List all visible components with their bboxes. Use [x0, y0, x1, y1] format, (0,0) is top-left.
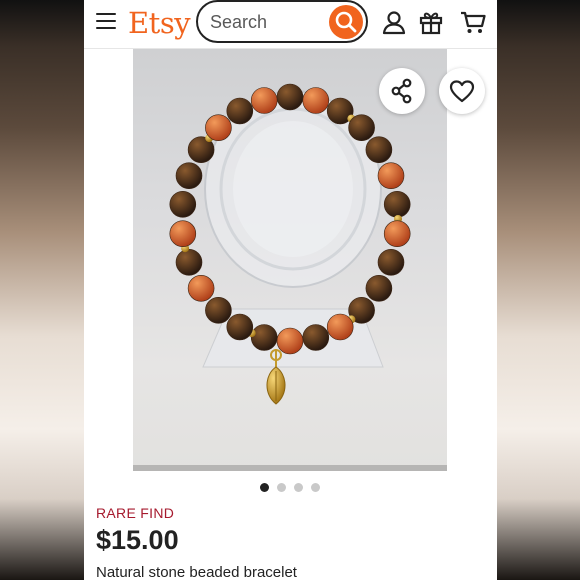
gift-icon[interactable]	[418, 9, 444, 35]
bead	[276, 83, 304, 111]
bead	[226, 97, 254, 125]
cart-icon[interactable]	[459, 9, 487, 35]
bead	[187, 275, 215, 302]
bead	[365, 136, 393, 163]
carousel-dot[interactable]	[277, 483, 286, 492]
favorite-button[interactable]	[439, 68, 485, 114]
bead	[250, 87, 278, 114]
listing-page: Etsy Search RARE FIND $15.00 Natural sto…	[84, 0, 497, 580]
bead	[377, 162, 405, 189]
account-icon[interactable]	[381, 9, 407, 35]
image-bottom-edge	[133, 465, 447, 471]
image-carousel-dots	[84, 481, 497, 493]
carousel-dot[interactable]	[260, 483, 269, 492]
bead	[226, 313, 254, 341]
bead	[377, 249, 405, 276]
search-button[interactable]	[329, 5, 363, 39]
bead	[326, 313, 354, 341]
rare-find-badge: RARE FIND	[96, 505, 175, 521]
bead	[169, 220, 197, 247]
search-icon	[335, 11, 357, 33]
listing-title[interactable]: Natural stone beaded bracelet	[96, 564, 297, 580]
bead	[365, 275, 393, 302]
bead	[169, 191, 197, 218]
share-button[interactable]	[379, 68, 425, 114]
carousel-dot[interactable]	[311, 483, 320, 492]
background-right	[496, 0, 580, 580]
price: $15.00	[96, 525, 179, 555]
bead	[250, 324, 278, 351]
share-icon	[391, 78, 412, 104]
bead	[205, 296, 232, 324]
bead	[175, 162, 203, 189]
carousel-dot[interactable]	[294, 483, 303, 492]
bead	[302, 324, 330, 351]
bead	[348, 114, 375, 141]
background-left	[0, 0, 84, 580]
bead	[205, 114, 232, 141]
bead	[383, 220, 411, 247]
menu-icon[interactable]	[96, 13, 116, 30]
bead	[383, 191, 411, 218]
heart-icon	[449, 80, 475, 103]
search-bar	[196, 0, 368, 43]
etsy-logo[interactable]: Etsy	[128, 3, 191, 43]
bead	[302, 87, 330, 114]
bead	[175, 249, 203, 276]
search-input[interactable]	[210, 11, 320, 33]
top-nav: Etsy	[84, 0, 497, 49]
bead	[276, 327, 304, 355]
